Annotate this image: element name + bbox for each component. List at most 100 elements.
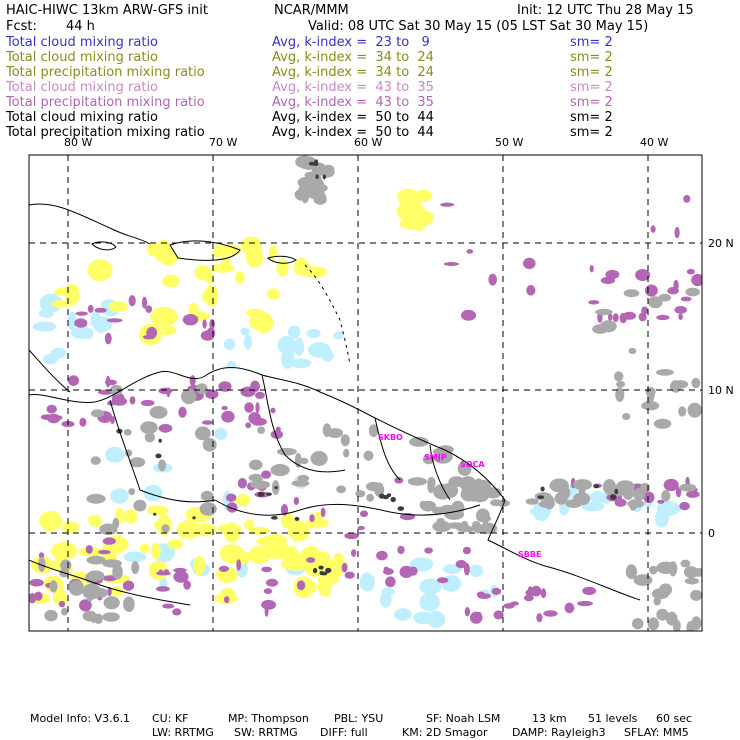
- high-cloud-patch: [510, 601, 519, 606]
- footer-km: KM: 2D Smagor: [402, 726, 488, 739]
- high-cloud-patch: [462, 546, 471, 555]
- high-cloud-patch: [156, 571, 171, 576]
- convective-core: [155, 453, 162, 459]
- deep-cloud-patch: [460, 487, 477, 502]
- mid-cloud-patch: [276, 258, 289, 277]
- convective-core: [610, 494, 617, 500]
- deep-cloud-patch: [490, 499, 502, 507]
- high-cloud-patch: [376, 550, 388, 561]
- convective-core: [318, 565, 324, 570]
- high-cloud-patch: [40, 414, 54, 420]
- footer-resolution: 13 km: [532, 712, 567, 725]
- latitude-labels: 20 N 10 N 0: [708, 237, 734, 540]
- deep-cloud-patch: [636, 574, 651, 586]
- high-cloud-patch: [674, 226, 680, 239]
- deep-cloud-patch: [656, 369, 674, 376]
- high-cloud-patch: [673, 279, 679, 291]
- mid-cloud-patch: [39, 510, 63, 532]
- deep-cloud-patch: [133, 499, 147, 512]
- high-cloud-patch: [79, 417, 87, 427]
- deep-cloud-patch: [340, 434, 350, 447]
- deep-cloud-patch: [149, 406, 168, 419]
- high-cloud-patch: [162, 603, 175, 609]
- high-cloud-patch: [306, 557, 316, 563]
- mid-cloud-patch: [333, 553, 344, 562]
- convective-core: [614, 488, 619, 495]
- high-cloud-patch: [605, 269, 620, 280]
- high-cloud-patch: [129, 396, 136, 405]
- high-cloud-patch: [158, 387, 173, 394]
- deep-cloud-patch: [49, 580, 58, 593]
- high-cloud-patch: [589, 265, 594, 273]
- footer-microphysics: MP: Thompson: [228, 712, 309, 725]
- low-cloud-patch: [287, 325, 301, 339]
- deep-cloud-patch: [685, 287, 700, 297]
- high-cloud-patch: [122, 580, 135, 591]
- deep-cloud-patch: [257, 426, 265, 434]
- convective-core: [315, 174, 319, 179]
- mid-cloud-patch: [263, 534, 287, 548]
- deep-cloud-patch: [300, 457, 309, 465]
- deep-cloud-patch: [92, 588, 109, 598]
- deep-cloud-patch: [615, 387, 625, 402]
- deep-cloud-patch: [103, 596, 120, 610]
- high-cloud-patch: [143, 334, 155, 340]
- convective-core: [294, 516, 300, 521]
- deep-cloud-patch: [680, 559, 691, 568]
- high-cloud-patch: [683, 195, 691, 203]
- mid-cloud-patch: [266, 288, 280, 300]
- low-cloud-patch: [32, 321, 57, 332]
- high-cloud-patch: [686, 268, 695, 275]
- low-cloud-patch: [277, 336, 295, 355]
- high-cloud-patch: [440, 202, 455, 207]
- deep-cloud-patch: [653, 418, 672, 429]
- high-cloud-patch: [293, 496, 300, 506]
- high-cloud-patch: [29, 593, 37, 604]
- deep-cloud-patch: [86, 493, 106, 504]
- longitude-labels: 80 W 70 W 60 W 50 W 40 W: [64, 136, 668, 149]
- high-cloud-patch: [540, 588, 547, 599]
- high-cloud-patch: [209, 319, 215, 330]
- high-cloud-patch: [200, 330, 215, 341]
- deep-cloud-patch: [366, 493, 374, 502]
- high-cloud-patch: [493, 610, 504, 620]
- high-cloud-patch: [638, 312, 647, 322]
- high-cloud-patch: [577, 600, 593, 607]
- high-cloud-patch: [645, 284, 658, 297]
- border-guyana-suriname: [374, 417, 401, 481]
- mid-cloud-patch: [211, 263, 235, 273]
- low-cloud-patch: [306, 328, 321, 339]
- high-cloud-patch: [686, 490, 700, 498]
- deep-cloud-patch: [313, 194, 327, 205]
- deep-cloud-patch: [419, 500, 427, 509]
- low-cloud-patch: [110, 488, 129, 504]
- high-cloud-patch: [94, 307, 107, 313]
- high-cloud-patch: [619, 312, 628, 324]
- low-cloud-patch: [38, 308, 54, 318]
- lon-label-60w: 60 W: [354, 136, 382, 149]
- high-cloud-patch: [460, 309, 477, 321]
- convective-core: [153, 512, 157, 516]
- mid-cloud-patch: [246, 247, 264, 268]
- mid-cloud-patch: [150, 306, 178, 327]
- high-cloud-patch: [523, 257, 536, 270]
- mid-cloud-patch: [286, 552, 308, 571]
- deep-cloud-patch: [679, 483, 697, 492]
- mid-cloud-patch: [193, 556, 206, 575]
- deep-cloud-patch: [648, 296, 663, 309]
- high-cloud-patch: [202, 319, 207, 329]
- footer-levels: 51 levels: [588, 712, 638, 725]
- high-cloud-patch: [140, 399, 155, 407]
- high-cloud-patch: [237, 478, 247, 489]
- footer-cumulus: CU: KF: [152, 712, 189, 725]
- deep-cloud-patch: [672, 619, 681, 631]
- deep-cloud-patch: [158, 459, 167, 472]
- deep-cloud-patch: [427, 477, 436, 489]
- deep-cloud-patch: [248, 473, 263, 482]
- low-cloud-patch: [294, 337, 305, 356]
- coastline-cuba: [29, 203, 151, 245]
- deep-cloud-patch: [123, 429, 132, 436]
- high-cloud-patch: [344, 571, 355, 579]
- site-label-skbo: SKBO: [378, 433, 403, 442]
- low-cloud-patch: [243, 334, 253, 350]
